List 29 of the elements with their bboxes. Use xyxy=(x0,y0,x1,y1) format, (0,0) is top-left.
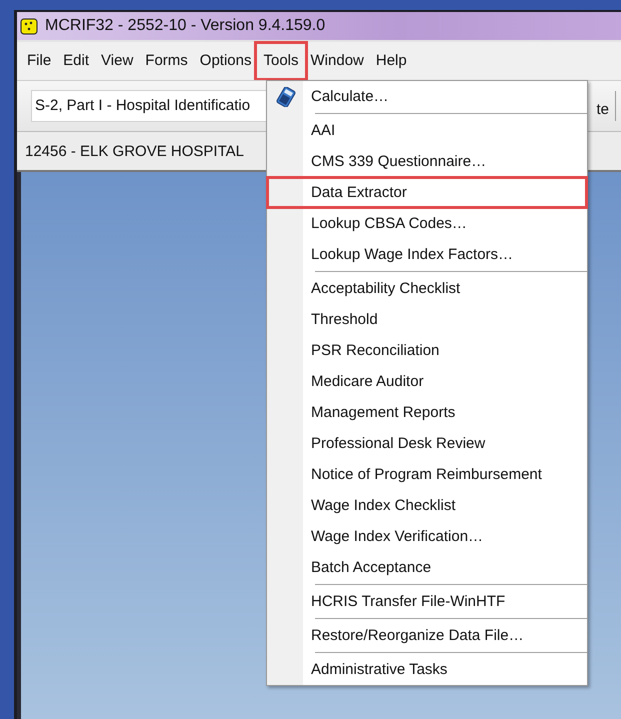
menu-item[interactable]: Restore/Reorganize Data File… xyxy=(267,620,587,651)
menu-item[interactable]: Batch Acceptance xyxy=(267,552,587,583)
menu-item[interactable]: CMS 339 Questionnaire… xyxy=(267,146,587,177)
toolbar-button[interactable]: te xyxy=(596,91,616,121)
menu-bar-item[interactable]: Help xyxy=(370,44,413,78)
menu-item[interactable]: Lookup CBSA Codes… xyxy=(267,208,587,239)
menu-item[interactable]: Administrative Tasks xyxy=(267,654,587,685)
menu-item[interactable]: Threshold xyxy=(267,304,587,335)
menu-item[interactable]: Notice of Program Reimbursement xyxy=(267,459,587,490)
menu-bar-item[interactable]: View xyxy=(95,44,140,78)
menu-item[interactable]: Management Reports xyxy=(267,397,587,428)
hospital-label: 12456 - ELK GROVE HOSPITAL xyxy=(25,142,244,160)
menu-item[interactable]: Wage Index Checklist xyxy=(267,490,587,521)
window-title: MCRIF32 - 2552-10 - Version 9.4.159.0 xyxy=(45,17,326,35)
menu-item[interactable]: Medicare Auditor xyxy=(267,366,587,397)
menu-item[interactable]: Acceptability Checklist xyxy=(267,273,587,304)
app-icon xyxy=(19,16,39,36)
menu-item[interactable]: Wage Index Verification… xyxy=(267,521,587,552)
menu-item[interactable]: Professional Desk Review xyxy=(267,428,587,459)
menu-item[interactable]: PSR Reconciliation xyxy=(267,335,587,366)
menu-item[interactable]: Lookup Wage Index Factors… xyxy=(267,239,587,270)
menu-item[interactable]: HCRIS Transfer File-WinHTF xyxy=(267,586,587,617)
menu-bar-item[interactable]: Edit xyxy=(57,44,96,78)
menu-item[interactable]: Data Extractor xyxy=(267,177,587,208)
menu-bar-item[interactable]: Forms xyxy=(139,44,194,78)
menu-bar-item[interactable]: File xyxy=(21,44,58,78)
menu-bar-item[interactable]: Options xyxy=(194,44,258,78)
menu-bar-item[interactable]: Window xyxy=(304,44,370,78)
menu-bar-item[interactable]: Tools xyxy=(257,44,305,78)
